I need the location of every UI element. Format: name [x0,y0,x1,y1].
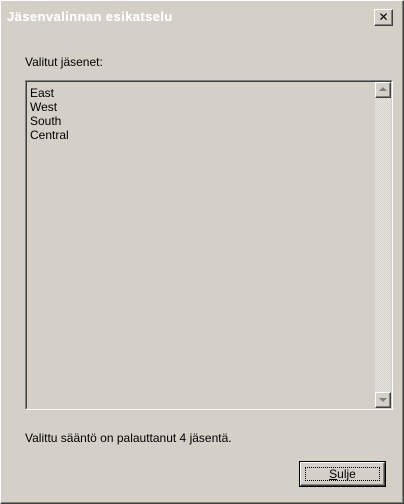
window-title: Jäsenvalinnan esikatselu [7,9,173,24]
scroll-down-button[interactable] [375,392,391,408]
list-item[interactable]: Central [30,128,69,142]
list-item[interactable]: East [30,86,69,100]
arrow-down-icon [379,398,387,402]
selected-members-label: Valitut jäsenet: [25,55,103,69]
arrow-up-icon [379,87,387,91]
title-bar[interactable]: Jäsenvalinnan esikatselu ✕ [3,3,400,31]
close-icon[interactable]: ✕ [374,9,393,26]
member-list: East West South Central [30,86,69,142]
close-button-label-rest: ulje [337,467,356,481]
vertical-scrollbar[interactable] [375,82,391,408]
status-text: Valittu sääntö on palauttanut 4 jäsentä. [25,431,232,445]
member-preview-dialog: Jäsenvalinnan esikatselu ✕ Valitut jäsen… [0,0,404,504]
scroll-up-button[interactable] [375,82,391,98]
close-button-label: Sulje [301,467,384,481]
list-item[interactable]: South [30,114,69,128]
selected-members-listbox[interactable]: East West South Central [25,80,393,410]
close-button-mnemonic: S [329,467,338,481]
list-item[interactable]: West [30,100,69,114]
close-button[interactable]: Sulje [299,461,386,487]
